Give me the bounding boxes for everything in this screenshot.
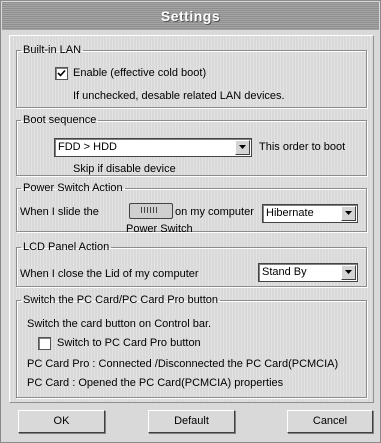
boot-sequence-select[interactable]: FDD > HDD xyxy=(54,138,252,157)
pccard-pro-label: Switch to PC Card Pro button xyxy=(57,337,201,349)
settings-panel: Built-in LAN Enable (effective cold boot… xyxy=(9,35,374,403)
power-suffix: on my computer xyxy=(175,206,254,218)
boot-legend: Boot sequence xyxy=(23,114,97,126)
power-switch-slider-icon xyxy=(129,203,173,219)
boot-hint: This order to boot xyxy=(259,141,346,153)
pccard-desc: Switch the card button on Control bar. xyxy=(27,318,212,330)
boot-skip-note: Skip if disable device xyxy=(73,163,176,175)
chevron-down-icon[interactable] xyxy=(341,265,356,280)
lcd-action-select[interactable]: Stand By xyxy=(258,263,358,282)
cancel-button[interactable]: Cancel xyxy=(287,410,373,433)
settings-window: Settings Built-in LAN Enable (effective … xyxy=(0,0,381,443)
chevron-down-icon[interactable] xyxy=(341,206,356,221)
lcd-legend: LCD Panel Action xyxy=(23,241,110,253)
lcd-action-value: Stand By xyxy=(262,266,307,278)
ok-button[interactable]: OK xyxy=(18,410,105,433)
lan-enable-checkbox[interactable] xyxy=(55,67,68,80)
power-action-value: Hibernate xyxy=(266,207,314,219)
window-title: Settings xyxy=(2,2,379,30)
lcd-label: When I close the Lid of my computer xyxy=(20,268,199,280)
pccard-legend: Switch the PC Card/PC Card Pro button xyxy=(23,294,219,306)
slider-grip-icon xyxy=(141,207,159,213)
power-switch-caption: Power Switch xyxy=(126,223,193,235)
chevron-down-icon[interactable] xyxy=(235,140,250,155)
boot-sequence-value: FDD > HDD xyxy=(58,141,117,153)
lan-enable-label: Enable (effective cold boot) xyxy=(73,67,207,79)
power-prefix: When I slide the xyxy=(20,206,99,218)
default-button[interactable]: Default xyxy=(148,410,235,433)
power-action-select[interactable]: Hibernate xyxy=(262,204,358,223)
lan-legend: Built-in LAN xyxy=(23,44,82,56)
pccard-line-1: PC Card Pro : Connected /Disconnected th… xyxy=(27,358,339,370)
pccard-pro-checkbox[interactable] xyxy=(38,337,51,350)
lan-note: If unchecked, desable related LAN device… xyxy=(73,90,285,102)
power-legend: Power Switch Action xyxy=(23,182,123,194)
check-icon xyxy=(57,69,66,77)
pccard-line-2: PC Card : Opened the PC Card(PCMCIA) pro… xyxy=(27,377,284,389)
